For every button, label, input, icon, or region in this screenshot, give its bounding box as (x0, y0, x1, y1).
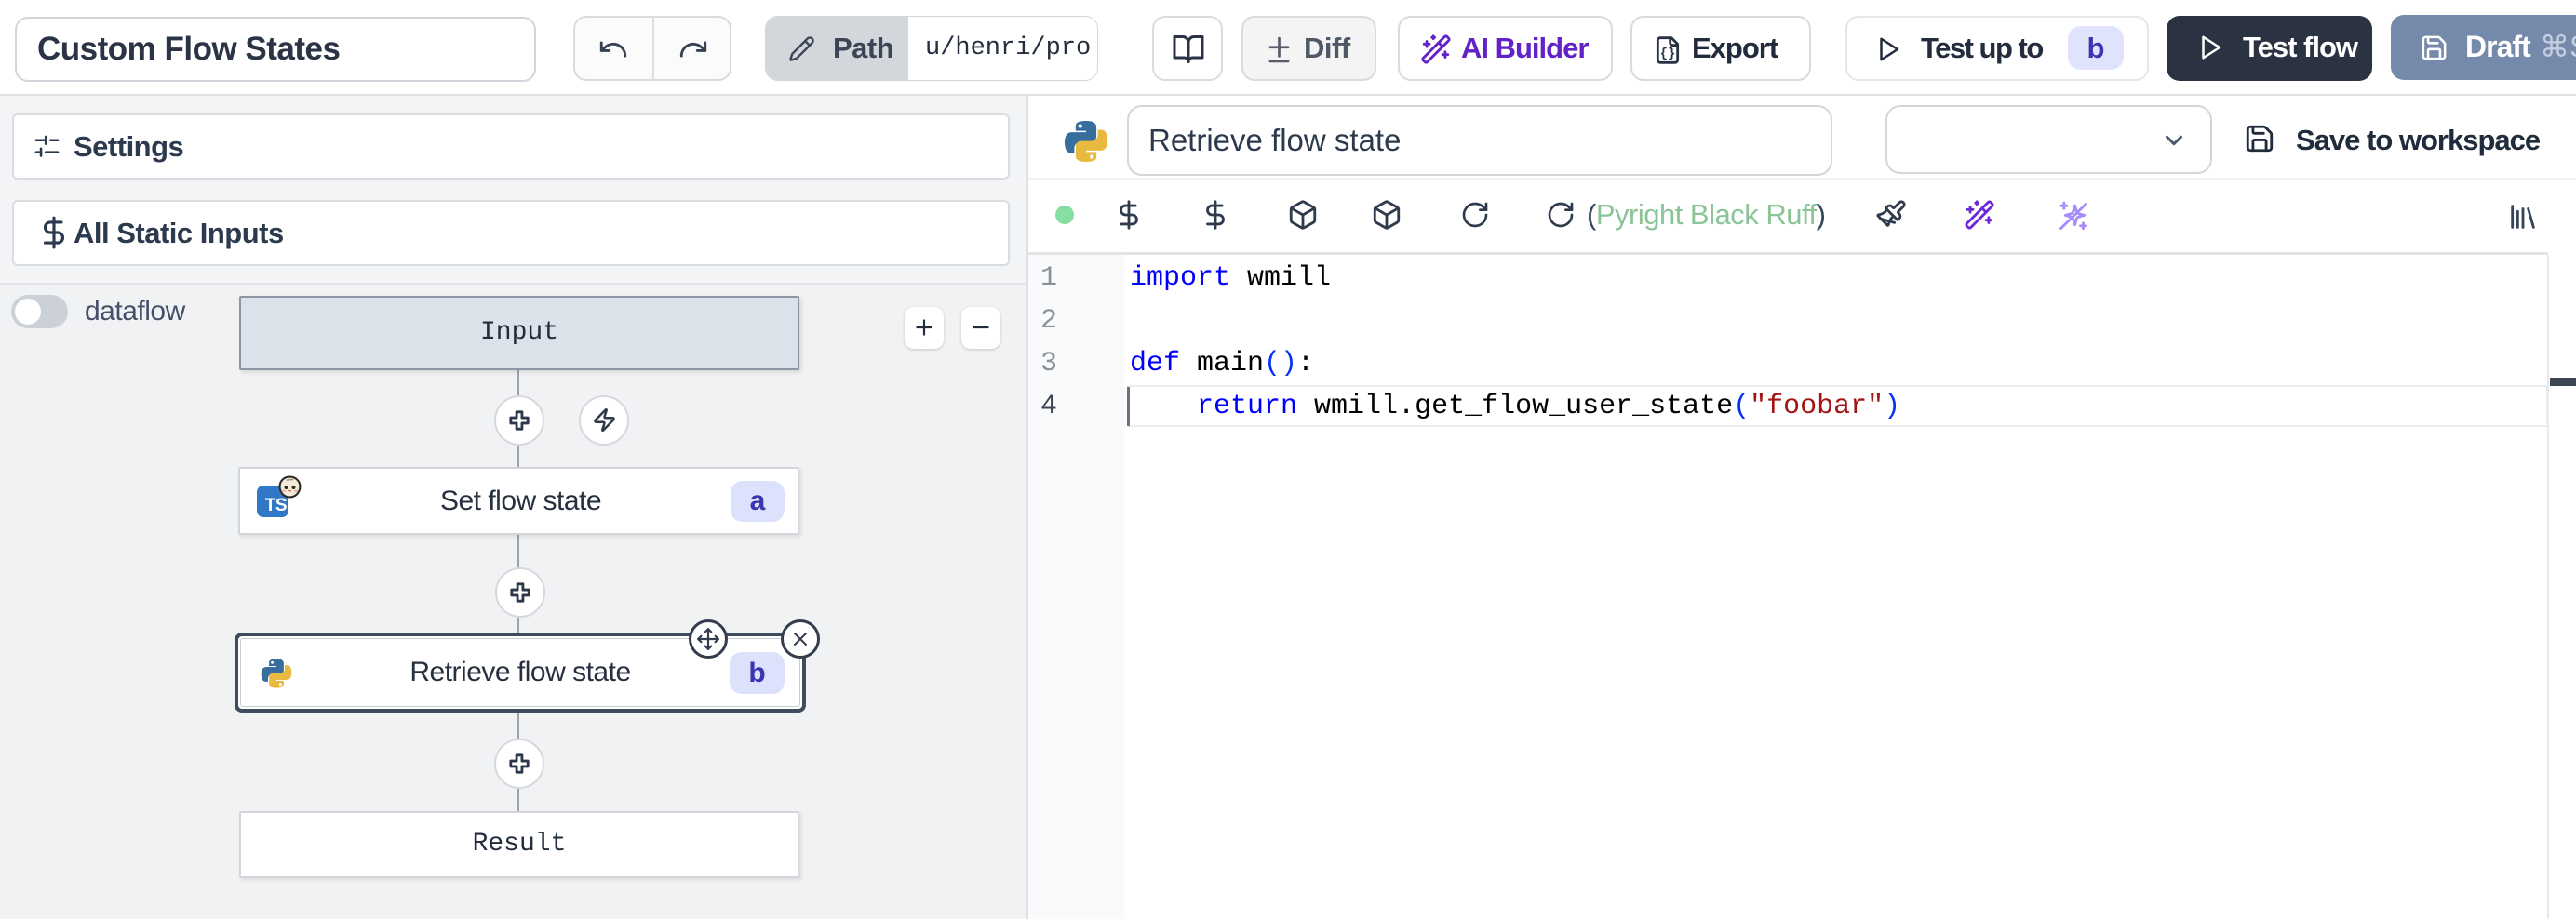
svg-text:{}: {} (1660, 47, 1676, 61)
